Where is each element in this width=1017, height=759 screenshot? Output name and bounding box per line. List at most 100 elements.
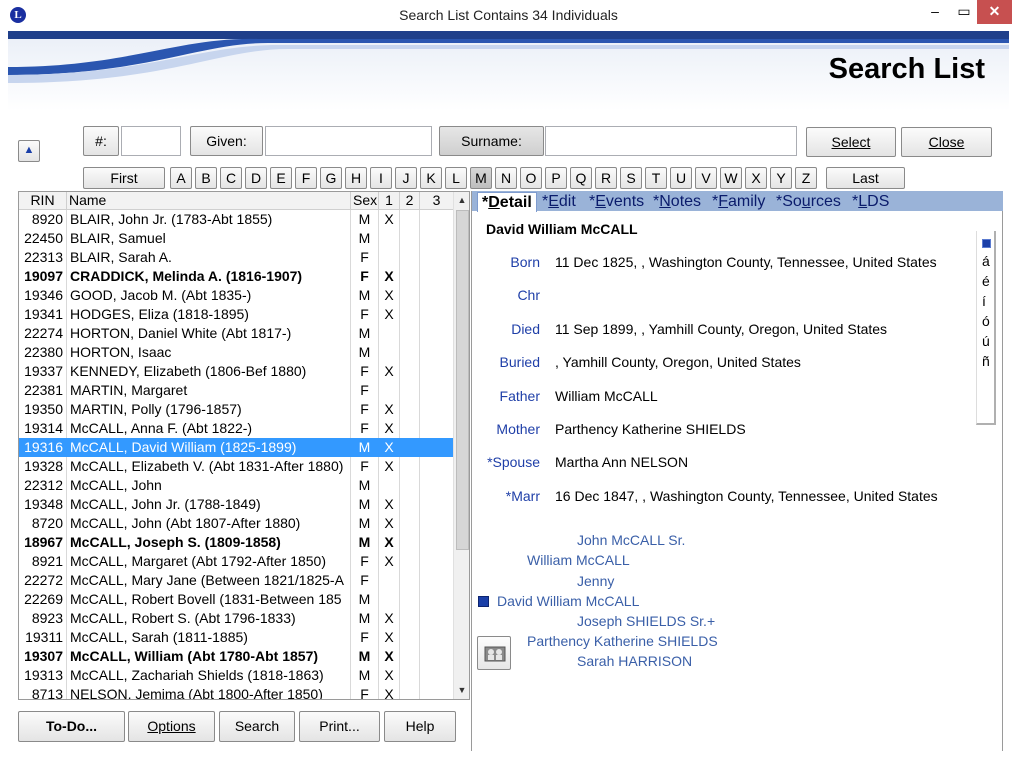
collapse-up-button[interactable]: ▲ [18,140,40,162]
options-button[interactable]: Options [128,711,215,742]
table-row[interactable]: 22380 HORTON, Isaac M [19,343,453,362]
table-row[interactable]: 19313 McCALL, Zachariah Shields (1818-186… [19,666,453,685]
table-row[interactable]: 18967 McCALL, Joseph S. (1809-1858) M X [19,533,453,552]
field-label-died[interactable]: Died [472,321,540,337]
search-button[interactable]: Search [219,711,295,742]
select-button[interactable]: Select [806,127,896,157]
letter-button-m[interactable]: M [470,167,492,189]
help-button[interactable]: Help [384,711,456,742]
field-label-father[interactable]: Father [472,388,540,404]
column-header-rin[interactable]: RIN [19,192,67,210]
letter-button-u[interactable]: U [670,167,692,189]
column-header-name[interactable]: Name [67,192,351,210]
letter-button-f[interactable]: F [295,167,317,189]
table-row[interactable]: 8921 McCALL, Margaret (Abt 1792-After 185… [19,552,453,571]
tab-events[interactable]: *Events [585,192,648,212]
special-char-button[interactable]: í [982,293,986,309]
rin-search-button[interactable]: #: [83,126,119,156]
table-row[interactable]: 22313 BLAIR, Sarah A. F [19,248,453,267]
field-label-marr[interactable]: *Marr [472,488,540,504]
special-char-button[interactable]: é [982,273,990,289]
special-char-button[interactable]: ó [982,313,990,329]
field-label-mother[interactable]: Mother [472,421,540,437]
table-row[interactable]: 19328 McCALL, Elizabeth V. (Abt 1831-Afte… [19,457,453,476]
tab-notes[interactable]: *Notes [649,192,705,212]
todo-button[interactable]: To-Do... [18,711,125,742]
minimize-button[interactable]: – [920,0,950,24]
given-search-input[interactable] [265,126,432,156]
letter-button-s[interactable]: S [620,167,642,189]
tab-edit[interactable]: *Edit [538,192,580,212]
column-header-sex[interactable]: Sex [351,192,379,210]
letter-button-a[interactable]: A [170,167,192,189]
given-search-button[interactable]: Given: [190,126,263,156]
individual-list[interactable]: RIN Name Sex 1 2 3 8920 BLAIR, John Jr. (… [18,191,470,700]
pedigree-father[interactable]: William McCALL [527,552,630,568]
letter-button-w[interactable]: W [720,167,742,189]
letter-button-y[interactable]: Y [770,167,792,189]
special-char-button[interactable]: á [982,253,990,269]
letter-button-r[interactable]: R [595,167,617,189]
letter-button-v[interactable]: V [695,167,717,189]
letter-button-k[interactable]: K [420,167,442,189]
column-header-3[interactable]: 3 [420,192,453,210]
letter-button-x[interactable]: X [745,167,767,189]
letter-button-c[interactable]: C [220,167,242,189]
pedigree-paternal-grandfather[interactable]: John McCALL Sr. [577,532,685,548]
tab-detail[interactable]: *Detail [477,192,537,212]
first-button[interactable]: First [83,167,165,189]
letter-button-j[interactable]: J [395,167,417,189]
table-row[interactable]: 19337 KENNEDY, Elizabeth (1806-Bef 1880) F… [19,362,453,381]
field-label-spouse[interactable]: *Spouse [472,454,540,470]
close-button[interactable]: Close [901,127,992,157]
letter-button-i[interactable]: I [370,167,392,189]
table-row[interactable]: 22450 BLAIR, Samuel M [19,229,453,248]
scroll-up-arrow-icon[interactable]: ▲ [454,192,469,209]
field-label-chr[interactable]: Chr [472,287,540,303]
pedigree-mother[interactable]: Parthency Katherine SHIELDS [527,633,718,649]
table-row[interactable]: 19341 HODGES, Eliza (1818-1895) F X [19,305,453,324]
print-button[interactable]: Print... [299,711,380,742]
surname-search-input[interactable] [545,126,797,156]
tab-family[interactable]: *Family [708,192,769,212]
table-row[interactable]: 22269 McCALL, Robert Bovell (1831-Between… [19,590,453,609]
table-row[interactable]: 19311 McCALL, Sarah (1811-1885) F X [19,628,453,647]
pedigree-subject[interactable]: David William McCALL [497,593,639,609]
surname-search-button[interactable]: Surname: [439,126,544,156]
list-scrollbar[interactable]: ▲ ▼ [453,192,469,699]
special-char-button[interactable]: ñ [982,353,990,369]
photo-button[interactable] [477,636,511,670]
field-label-born[interactable]: Born [472,254,540,270]
special-char-button[interactable]: ú [982,333,990,349]
table-row[interactable]: 19097 CRADDICK, Melinda A. (1816-1907) F X [19,267,453,286]
maximize-button[interactable]: ▭ [950,0,978,24]
letter-button-e[interactable]: E [270,167,292,189]
letter-button-n[interactable]: N [495,167,517,189]
table-row[interactable]: 8713 NELSON, Jemima (Abt 1800-After 1850)… [19,685,453,699]
table-row[interactable]: 19314 McCALL, Anna F. (Abt 1822-) F X [19,419,453,438]
pedigree-paternal-grandmother[interactable]: Jenny [577,573,614,589]
table-row[interactable]: 8920 BLAIR, John Jr. (1783-Abt 1855) M X [19,210,453,229]
tab-urces[interactable]: *Sources [772,192,845,212]
letter-button-b[interactable]: B [195,167,217,189]
letter-button-z[interactable]: Z [795,167,817,189]
scroll-down-arrow-icon[interactable]: ▼ [454,682,469,699]
table-row[interactable]: 19350 MARTIN, Polly (1796-1857) F X [19,400,453,419]
table-row[interactable]: 22272 McCALL, Mary Jane (Between 1821/182… [19,571,453,590]
scroll-thumb[interactable] [456,210,469,550]
table-row[interactable]: 22274 HORTON, Daniel White (Abt 1817-) M [19,324,453,343]
table-row[interactable]: 19307 McCALL, William (Abt 1780-Abt 1857)… [19,647,453,666]
field-label-buried[interactable]: Buried [472,354,540,370]
pedigree-maternal-grandmother[interactable]: Sarah HARRISON [577,653,692,669]
column-header-2[interactable]: 2 [400,192,420,210]
letter-button-q[interactable]: Q [570,167,592,189]
table-row[interactable]: 8923 McCALL, Robert S. (Abt 1796-1833) M X [19,609,453,628]
window-close-button[interactable]: ✕ [977,0,1012,24]
table-row-selected[interactable]: 19316 McCALL, David William (1825-1899) M X [19,438,453,457]
letter-button-l[interactable]: L [445,167,467,189]
table-row[interactable]: 8720 McCALL, John (Abt 1807-After 1880) M X [19,514,453,533]
table-row[interactable]: 22312 McCALL, John M [19,476,453,495]
letter-button-d[interactable]: D [245,167,267,189]
table-row[interactable]: 19348 McCALL, John Jr. (1788-1849) M X [19,495,453,514]
pedigree-maternal-grandfather[interactable]: Joseph SHIELDS Sr.+ [577,613,715,629]
